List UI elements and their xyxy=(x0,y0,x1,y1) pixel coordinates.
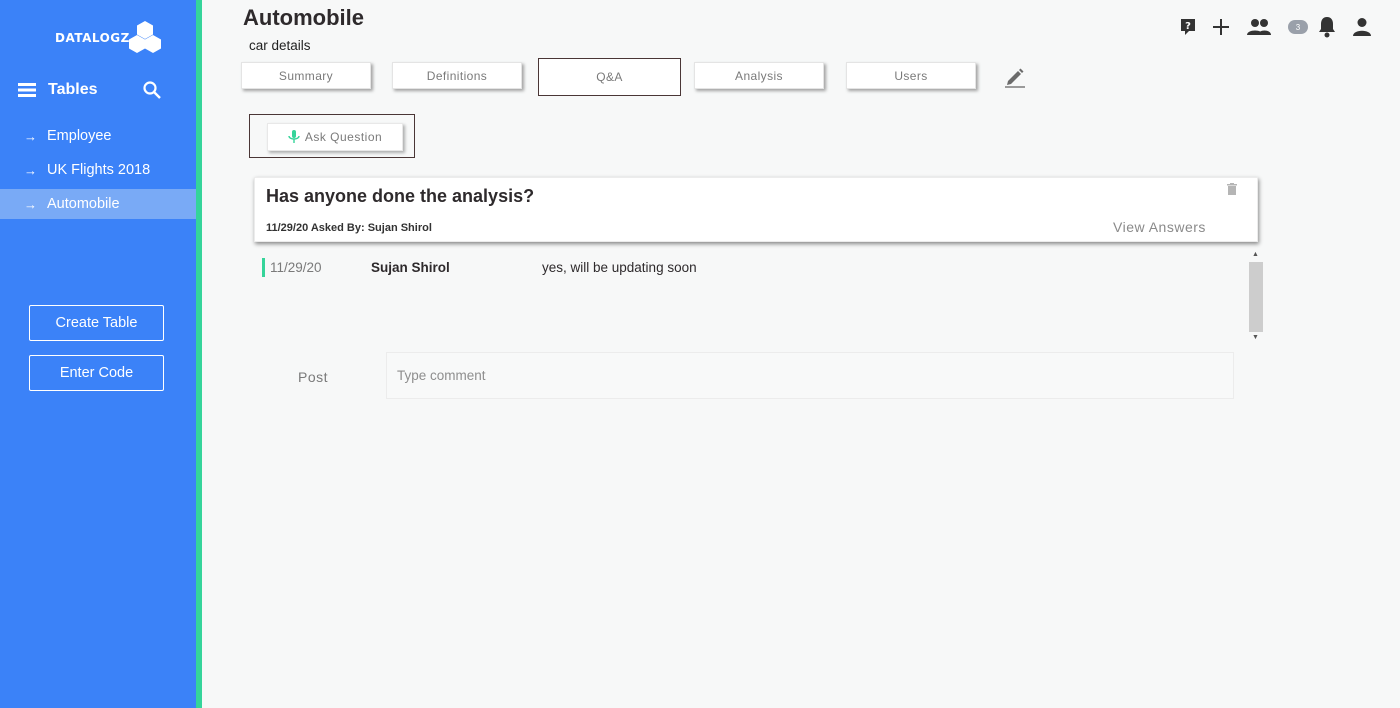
enter-code-button[interactable]: Enter Code xyxy=(29,355,164,391)
sidebar-item-label: Automobile xyxy=(47,196,120,212)
answer-author: Sujan Shirol xyxy=(371,260,450,275)
help-icon[interactable]: ? xyxy=(1180,18,1196,36)
group-icon[interactable] xyxy=(1246,18,1272,36)
sidebar: DATALOGZ Tables → Employee → UK Flights … xyxy=(0,0,196,708)
arrow-right-icon: → xyxy=(24,128,37,144)
tab-definitions[interactable]: Definitions xyxy=(392,62,522,89)
page-subtitle: car details xyxy=(249,38,311,53)
hexagon-logo-icon xyxy=(128,21,161,53)
add-icon[interactable] xyxy=(1212,18,1230,36)
scroll-up-arrow-icon[interactable]: ▲ xyxy=(1252,251,1259,258)
page-title: Automobile xyxy=(243,5,364,30)
logo-text: DATALOGZ xyxy=(55,31,130,45)
question-card: Has anyone done the analysis? 11/29/20 A… xyxy=(254,177,1258,242)
ask-question-button[interactable]: Ask Question xyxy=(267,123,403,151)
post-button[interactable]: Post xyxy=(298,369,328,385)
sidebar-item-label: UK Flights 2018 xyxy=(47,162,151,178)
answer-date: 11/29/20 xyxy=(270,260,322,275)
tab-qa[interactable]: Q&A xyxy=(538,58,681,96)
ask-question-label: Ask Question xyxy=(304,130,383,144)
tables-header: Tables xyxy=(18,79,168,101)
bell-icon[interactable] xyxy=(1318,16,1336,38)
svg-text:?: ? xyxy=(1185,21,1191,32)
sidebar-accent-border xyxy=(196,0,202,708)
sidebar-item-employee[interactable]: → Employee xyxy=(0,121,196,151)
pencil-edit-icon[interactable] xyxy=(1003,65,1027,94)
answer-indicator xyxy=(262,258,265,277)
question-meta: 11/29/20 Asked By: Sujan Shirol xyxy=(266,222,432,234)
sidebar-item-automobile[interactable]: → Automobile xyxy=(0,189,196,219)
answers-scrollbar[interactable]: ▲ ▼ xyxy=(1249,251,1263,343)
answer-text: yes, will be updating soon xyxy=(542,260,697,275)
scroll-down-arrow-icon[interactable]: ▼ xyxy=(1252,334,1259,341)
sidebar-item-uk-flights-2018[interactable]: → UK Flights 2018 xyxy=(0,155,196,185)
ask-question-focus-frame: Ask Question xyxy=(249,114,415,158)
trash-icon[interactable] xyxy=(1227,182,1237,200)
user-icon[interactable] xyxy=(1352,17,1372,37)
view-answers-link[interactable]: View Answers xyxy=(1113,219,1206,235)
table-list-icon xyxy=(18,83,36,97)
microphone-icon xyxy=(288,130,300,143)
arrow-right-icon: → xyxy=(24,196,37,212)
scrollbar-thumb[interactable] xyxy=(1249,262,1263,332)
tables-title: Tables xyxy=(48,81,98,98)
tab-analysis[interactable]: Analysis xyxy=(694,62,824,89)
tab-users[interactable]: Users xyxy=(846,62,976,89)
comment-input[interactable] xyxy=(386,352,1234,399)
notification-count-badge: 3 xyxy=(1288,20,1308,34)
tab-summary[interactable]: Summary xyxy=(241,62,371,89)
logo[interactable]: DATALOGZ xyxy=(55,20,162,56)
create-table-button[interactable]: Create Table xyxy=(29,305,164,341)
sidebar-item-label: Employee xyxy=(47,128,112,144)
question-title: Has anyone done the analysis? xyxy=(266,186,535,206)
arrow-right-icon: → xyxy=(24,162,37,178)
top-toolbar: ? 3 xyxy=(1164,16,1372,38)
search-icon[interactable] xyxy=(142,80,162,100)
